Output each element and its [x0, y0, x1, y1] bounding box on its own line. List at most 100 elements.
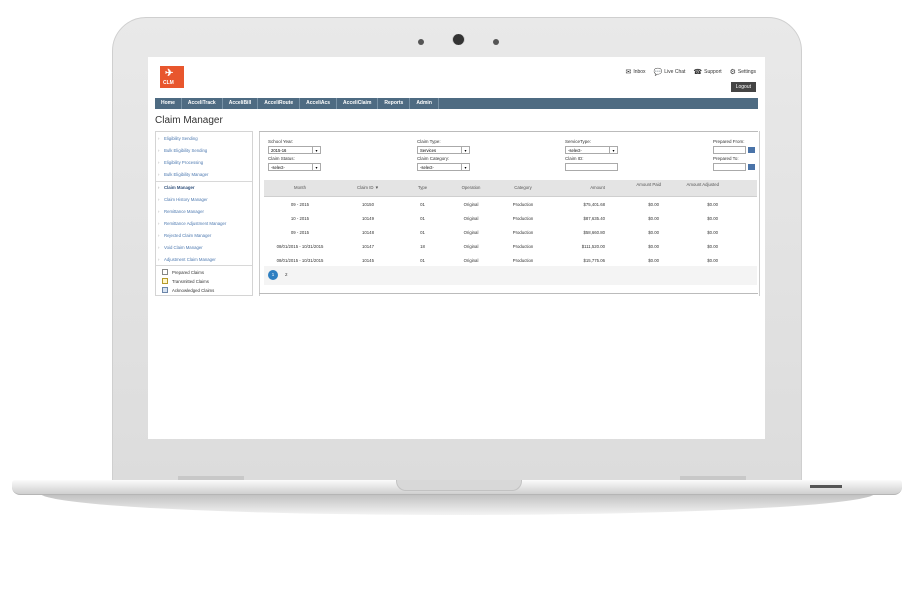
nav-accelitrack[interactable]: AcceliTrack [182, 98, 223, 109]
chevron-right-icon: › [158, 245, 160, 250]
settings-label: Settings [737, 69, 756, 75]
support-link[interactable]: ☎ Support [693, 68, 721, 76]
nav-acceliacs[interactable]: AcceliAcs [300, 98, 338, 109]
sidebar-item-eligibility-processing[interactable]: › Eligibility Processing [158, 160, 204, 165]
nav-accelibill[interactable]: AcceliBill [223, 98, 259, 109]
nav-home[interactable]: Home [155, 98, 182, 109]
cell-operation: Original [463, 202, 479, 207]
chat-icon: 💬 [653, 69, 663, 76]
calendar-icon[interactable] [748, 164, 755, 170]
inbox-link[interactable]: ✉ Inbox [625, 68, 645, 76]
legend-swatch [162, 287, 168, 293]
calendar-icon[interactable] [748, 147, 755, 153]
settings-link[interactable]: ⚙ Settings [730, 68, 756, 76]
cell-type: 18 [420, 244, 425, 249]
column-operation[interactable]: Operation [445, 185, 497, 190]
claim-type-select[interactable]: Services ▾ [417, 146, 470, 154]
cell-amount-paid: $0.00 [648, 216, 659, 221]
sidebar-divider [156, 265, 252, 266]
cell-amount: $58,660.80 [583, 230, 605, 235]
cell-amount-paid: $0.00 [648, 258, 659, 263]
legend-swatch [162, 269, 168, 275]
claim-id-input[interactable] [565, 163, 618, 171]
column-amount-adjusted[interactable]: Amount Adjusted [661, 182, 720, 187]
legend-transmitted: Transmitted Claims [162, 278, 209, 284]
sidebar-divider [156, 181, 252, 182]
envelope-icon: ✉ [625, 69, 632, 76]
logo[interactable]: ✈ CLM [160, 66, 184, 88]
sidebar-item-label: Remittance Adjustment Manager [164, 221, 227, 226]
column-month[interactable]: Month [264, 185, 336, 190]
sidebar-item-claim-manager[interactable]: › Claim Manager [158, 185, 195, 190]
logout-button[interactable]: Logout [730, 82, 756, 92]
cell-type: 01 [420, 230, 425, 235]
sidebar-item-remittance-manager[interactable]: › Remittance Manager [158, 209, 204, 214]
column-amount[interactable]: Amount [549, 185, 605, 190]
sensor-dot [493, 39, 499, 45]
cell-month: 09 - 2015 [290, 202, 310, 207]
chevron-right-icon: › [158, 221, 160, 226]
sidebar-item-claim-history-manager[interactable]: › Claim History Manager [158, 197, 208, 202]
school-year-select[interactable]: 2015-16 ▾ [268, 146, 321, 154]
sensor-dot [418, 39, 424, 45]
nav-reports[interactable]: Reports [378, 98, 411, 109]
pagination: 1 2 [264, 266, 757, 285]
prepared-from-input[interactable] [713, 146, 746, 154]
service-type-select[interactable]: -select- ▾ [565, 146, 618, 154]
service-type-value: -select- [568, 148, 582, 153]
sidebar-item-label: Bulk Eligibility Manager [164, 172, 209, 177]
cell-amount-adjusted: $0.00 [707, 230, 718, 235]
cell-type: 01 [420, 202, 425, 207]
chevron-right-icon: › [158, 148, 160, 153]
column-type[interactable]: Type [400, 185, 445, 190]
sidebar-item-bulk-eligibility-sending[interactable]: › Bulk Eligibility Sending [158, 148, 207, 153]
sidebar-item-bulk-eligibility-manager[interactable]: › Bulk Eligibility Manager [158, 172, 209, 177]
column-claim-id[interactable]: Claim ID ▼ [336, 185, 400, 190]
legend-prepared: Prepared Claims [162, 269, 204, 275]
nav-admin[interactable]: Admin [410, 98, 439, 109]
claim-type-label: Claim Type: [417, 139, 441, 144]
sidebar-item-label: Void Claim Manager [164, 245, 203, 250]
nav-acceliroute[interactable]: AcceliRoute [258, 98, 301, 109]
sidebar-item-label: Adjustment Claim Manager [164, 257, 216, 262]
cell-amount-paid: $0.00 [648, 244, 659, 249]
sidebar-item-remittance-adjustment-manager[interactable]: › Remittance Adjustment Manager [158, 221, 227, 226]
sidebar-item-label: Eligibility Processing [164, 160, 204, 165]
school-year-value: 2015-16 [271, 148, 287, 153]
live-chat-link[interactable]: 💬 Live Chat [654, 68, 686, 76]
chevron-right-icon: › [158, 197, 160, 202]
port-slot [810, 485, 842, 488]
page-title: Claim Manager [155, 115, 223, 126]
column-amount-paid[interactable]: Amount Paid [605, 182, 661, 187]
column-category[interactable]: Category [497, 185, 549, 190]
camera [452, 34, 465, 45]
page-2-button[interactable]: 2 [285, 270, 288, 280]
page-1-button[interactable]: 1 [268, 270, 278, 280]
sidebar-item-eligibility-sending[interactable]: › Eligibility Sending [158, 136, 198, 141]
prepared-from-label: Prepared From: [713, 139, 745, 144]
cell-amount-paid: $0.00 [648, 230, 659, 235]
cell-category: Production [512, 244, 534, 249]
claim-category-select[interactable]: -select- ▾ [417, 163, 470, 171]
sidebar-item-label: Rejected Claim Manager [164, 233, 212, 238]
laptop-base-shadow [40, 493, 875, 515]
legend-label: Transmitted Claims [172, 278, 209, 284]
legend-acknowledged: Acknowledged Claims [162, 287, 214, 293]
cell-month: 10 - 2015 [290, 216, 310, 221]
inbox-label: Inbox [633, 69, 646, 75]
cell-type: 01 [420, 216, 425, 221]
table-header: Month Claim ID ▼ Type Operation Category… [264, 180, 757, 197]
nav-acceliclaim[interactable]: AcceliClaim [337, 98, 379, 109]
cell-claim-id: 10147 [362, 244, 374, 249]
prepared-to-input[interactable] [713, 163, 746, 171]
sidebar-item-rejected-claim-manager[interactable]: › Rejected Claim Manager [158, 233, 212, 238]
sidebar-item-void-claim-manager[interactable]: › Void Claim Manager [158, 245, 203, 250]
chevron-down-icon: ▾ [312, 147, 320, 153]
chevron-down-icon: ▾ [312, 164, 320, 170]
lid-notch [396, 480, 522, 491]
live-chat-label: Live Chat [664, 69, 686, 75]
cell-amount-paid: $0.00 [648, 202, 659, 207]
claim-status-select[interactable]: -select- ▾ [268, 163, 321, 171]
sidebar-item-adjustment-claim-manager[interactable]: › Adjustment Claim Manager [158, 257, 216, 262]
screen: ✈ CLM ✉ Inbox 💬 Live Chat ☎ Support ⚙ Settin… [148, 57, 765, 439]
